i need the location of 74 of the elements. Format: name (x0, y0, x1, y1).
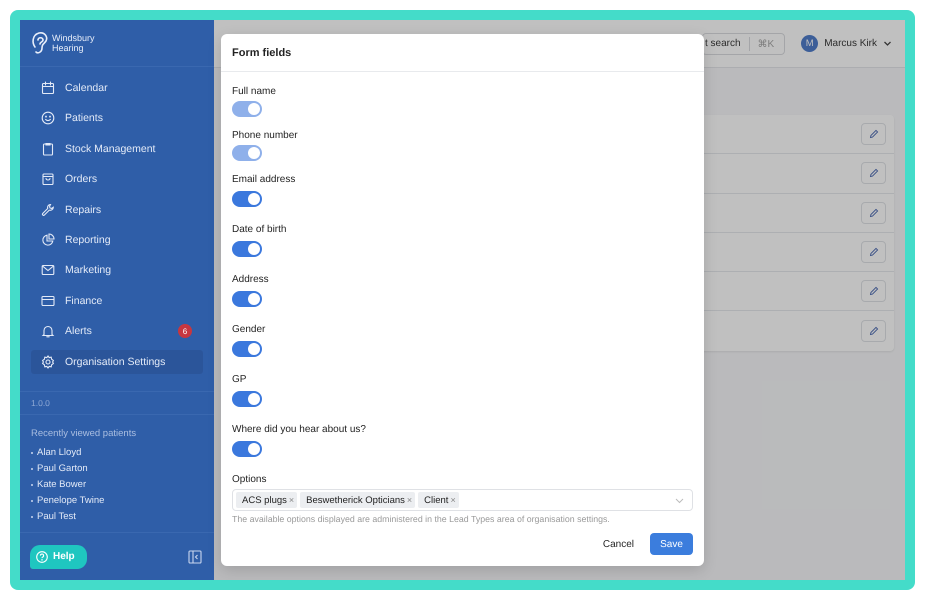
toggle-switch[interactable] (232, 191, 262, 207)
pencil-icon (868, 247, 878, 258)
nav-item[interactable]: Organisation Settings (31, 350, 203, 374)
pencil-icon (868, 286, 878, 296)
ear-icon (31, 31, 49, 55)
option-tag: Beswetherick Opticians × (300, 492, 416, 508)
settings-icon (41, 354, 55, 369)
edit-button[interactable] (861, 280, 886, 302)
nav-item[interactable]: Orders (31, 167, 203, 192)
edit-button[interactable] (861, 162, 886, 184)
option-tag: ACS plugs × (236, 492, 298, 508)
save-button[interactable]: Save (650, 533, 693, 555)
question-icon (36, 550, 48, 562)
version-label: 1.0.0 (20, 390, 214, 415)
patient-link[interactable]: Penelope Twine (37, 495, 104, 506)
field-label: Email address (232, 174, 296, 186)
dialog-title: Form fields (232, 46, 292, 58)
nav-item[interactable]: Calendar (31, 76, 203, 100)
patient-link[interactable]: Paul Test (37, 511, 76, 522)
patient-link[interactable]: Alan Lloyd (37, 447, 82, 458)
bag-icon (41, 172, 55, 186)
remove-tag-button[interactable]: × (288, 495, 294, 505)
options-select[interactable]: ACS plugs × Beswetherick Opticians × Client × (232, 489, 693, 511)
edit-button[interactable] (861, 241, 886, 264)
wrench-icon (41, 202, 55, 217)
toggle-switch[interactable] (232, 241, 262, 257)
search-button[interactable]: t search ⌘K (702, 32, 786, 54)
field-label: Where did you hear about us? (232, 424, 367, 436)
brand-name: Windsbury Hearing (52, 33, 96, 53)
section-title: Recently viewed patients (31, 428, 138, 439)
field-label: Date of birth (232, 224, 288, 236)
pie-chart-icon (41, 232, 55, 247)
cancel-button[interactable]: Cancel (596, 533, 640, 555)
option-tag: Client × (418, 492, 459, 508)
toggle-switch[interactable] (232, 391, 262, 407)
collapse-sidebar-icon[interactable] (188, 550, 202, 564)
help-text: The available options displayed are administered in the Lead Types area of organisation settings. (232, 514, 611, 524)
edit-button[interactable] (861, 320, 886, 342)
field-label: Full name (232, 86, 277, 98)
bell-icon (41, 324, 55, 338)
patient-link[interactable]: Paul Garton (37, 463, 88, 474)
alert-count-badge: 6 (178, 324, 192, 338)
toggle-switch[interactable] (232, 341, 262, 357)
toggle-switch[interactable] (232, 291, 262, 307)
pencil-icon (868, 129, 878, 140)
nav-item[interactable]: Marketing (31, 258, 203, 282)
pencil-icon (868, 208, 878, 218)
field-label: GP (232, 374, 248, 386)
calendar-icon (41, 81, 55, 95)
field-label: Address (232, 274, 270, 286)
pencil-icon (868, 168, 878, 178)
remove-tag-button[interactable]: × (450, 495, 456, 505)
user-name[interactable]: Marcus Kirk (824, 38, 877, 49)
nav-item[interactable]: Stock Management (31, 136, 203, 161)
chevron-down-icon[interactable] (883, 39, 892, 48)
edit-button[interactable] (861, 202, 886, 224)
remove-tag-button[interactable]: × (406, 495, 412, 505)
avatar[interactable]: M (801, 35, 818, 52)
edit-button[interactable] (861, 123, 886, 146)
nav-item[interactable]: Patients (31, 106, 203, 130)
nav-item[interactable]: Reporting (31, 228, 203, 252)
nav-item[interactable]: Alerts 6 (31, 319, 203, 344)
clipboard-icon (41, 142, 55, 156)
smiley-icon (41, 111, 55, 126)
field-label: Options (232, 474, 268, 486)
nav-item[interactable]: Finance (31, 288, 203, 313)
field-label: Phone number (232, 130, 299, 142)
nav-item[interactable]: Repairs (31, 198, 203, 222)
field-label: Gender (232, 324, 266, 336)
patient-link[interactable]: Kate Bower (37, 479, 86, 490)
pencil-icon (868, 326, 878, 336)
toggle-switch[interactable] (232, 441, 262, 457)
credit-card-icon (41, 294, 55, 308)
envelope-icon (41, 263, 55, 278)
